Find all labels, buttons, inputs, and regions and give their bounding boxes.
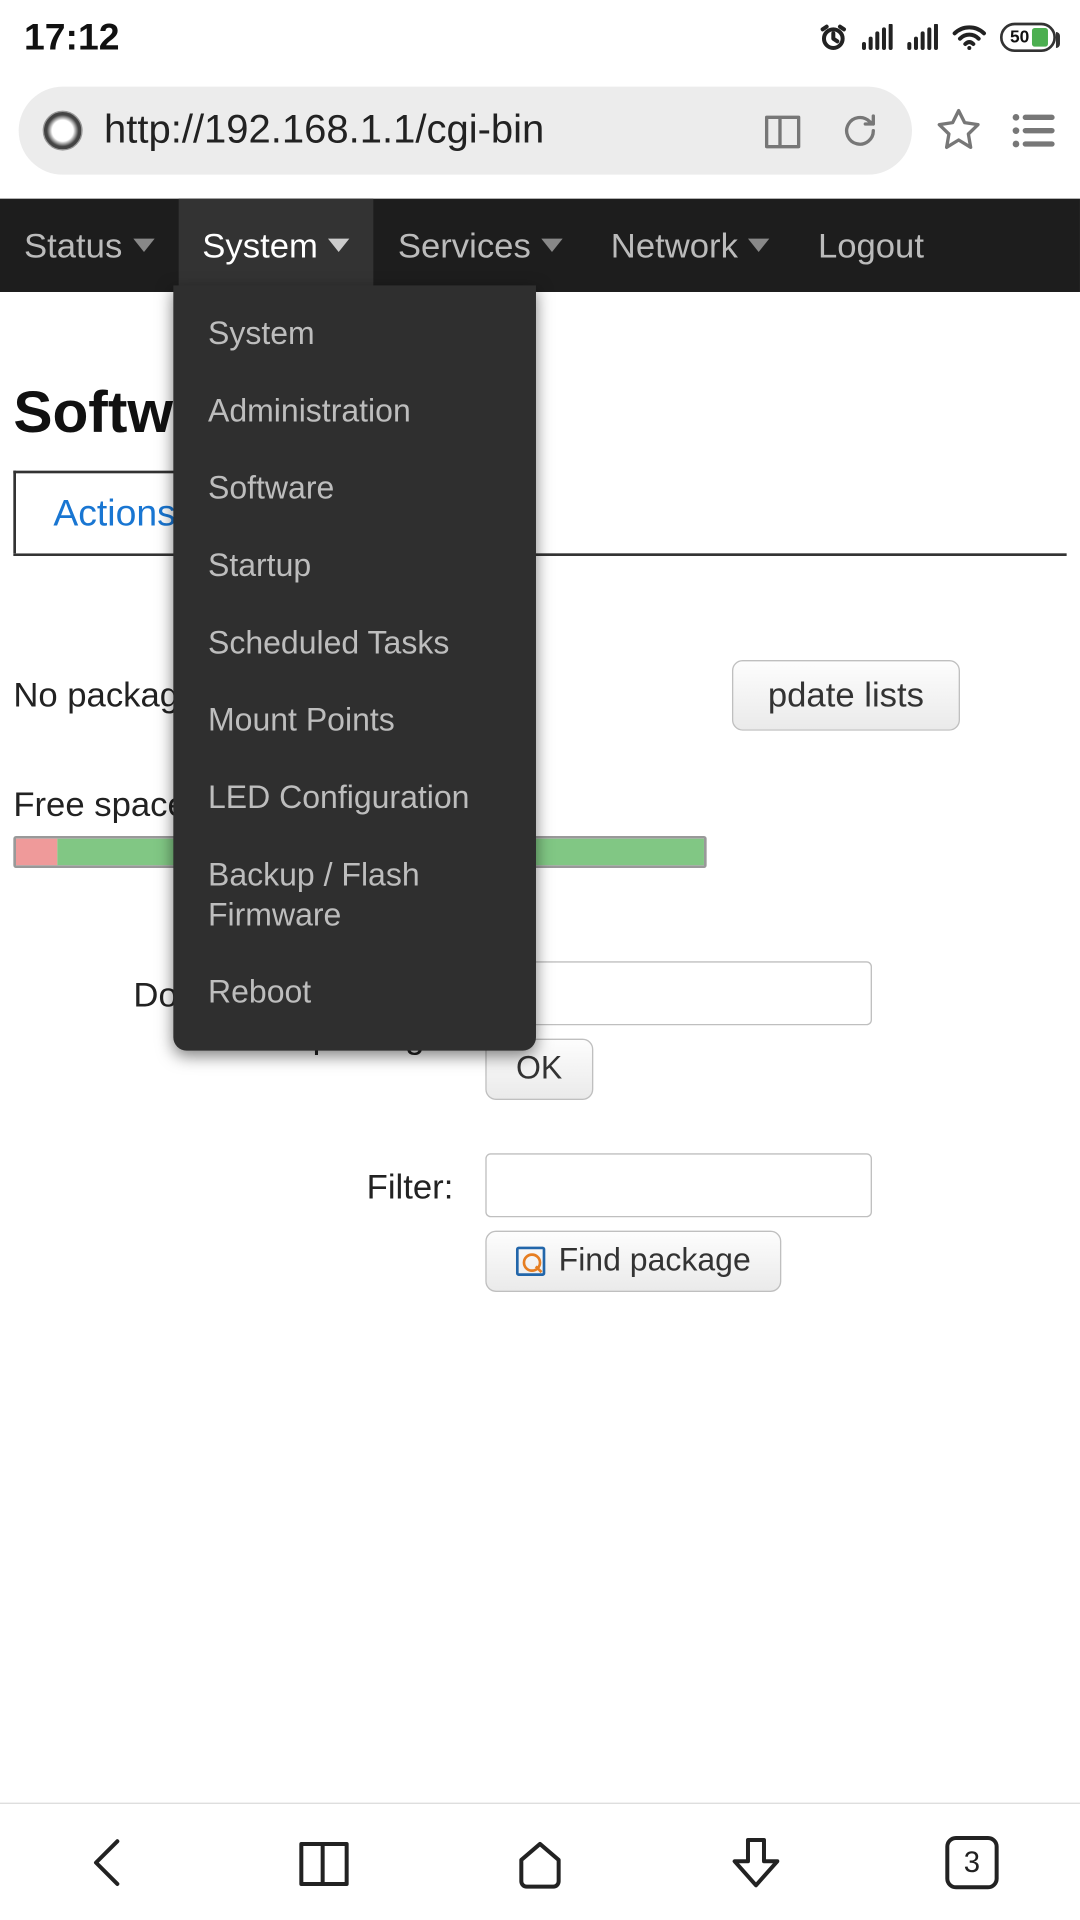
- download-package-input[interactable]: [485, 961, 872, 1025]
- url-bar[interactable]: http://192.168.1.1/cgi-bin: [19, 87, 912, 175]
- progress-used: [16, 839, 57, 866]
- back-button[interactable]: [75, 1829, 142, 1896]
- dropdown-item-startup[interactable]: Startup: [173, 528, 536, 605]
- main-nav: Status System Services Network Logout: [0, 199, 1080, 292]
- filter-input[interactable]: [485, 1153, 872, 1217]
- reload-icon[interactable]: [832, 103, 888, 159]
- filter-label: Filter:: [13, 1153, 453, 1208]
- home-icon[interactable]: [507, 1829, 574, 1896]
- dropdown-item-backup-flash[interactable]: Backup / Flash Firmware: [173, 837, 536, 954]
- search-icon: [516, 1247, 545, 1276]
- status-time: 17:12: [24, 15, 119, 58]
- system-dropdown: System Administration Software Startup S…: [173, 285, 536, 1050]
- signal-icon: [861, 23, 893, 50]
- menu-list-icon[interactable]: [1005, 103, 1061, 159]
- update-lists-button[interactable]: pdate lists: [732, 660, 960, 731]
- dropdown-item-mount-points[interactable]: Mount Points: [173, 683, 536, 760]
- dropdown-item-system[interactable]: System: [173, 296, 536, 373]
- dropdown-item-software[interactable]: Software: [173, 451, 536, 528]
- page-title: Softwa: [13, 380, 1066, 447]
- bookmark-star-icon[interactable]: [931, 103, 987, 159]
- phone-status-bar: 17:12 50: [0, 0, 1080, 73]
- nav-status[interactable]: Status: [0, 199, 178, 292]
- nav-system[interactable]: System: [178, 199, 374, 292]
- chevron-down-icon: [541, 239, 562, 252]
- chevron-down-icon: [133, 239, 154, 252]
- browser-chrome-top: http://192.168.1.1/cgi-bin: [0, 73, 1080, 198]
- nav-services[interactable]: Services: [374, 199, 587, 292]
- browser-bottom-bar: 3: [0, 1803, 1080, 1920]
- alarm-icon: [818, 22, 847, 51]
- nav-logout[interactable]: Logout: [794, 199, 948, 292]
- site-favicon: [43, 111, 83, 151]
- chevron-down-icon: [329, 239, 350, 252]
- dropdown-item-reboot[interactable]: Reboot: [173, 955, 536, 1032]
- url-text: http://192.168.1.1/cgi-bin: [104, 108, 733, 153]
- wifi-icon: [951, 22, 986, 51]
- dropdown-item-administration[interactable]: Administration: [173, 373, 536, 450]
- tabstrip: Actions: [13, 471, 1066, 556]
- no-package-text: No package: [13, 675, 198, 716]
- download-arrow-icon[interactable]: [723, 1829, 790, 1896]
- status-icons: 50: [818, 22, 1056, 51]
- nav-network[interactable]: Network: [587, 199, 794, 292]
- library-icon[interactable]: [291, 1829, 358, 1896]
- find-package-button[interactable]: Find package: [485, 1231, 781, 1292]
- dropdown-item-led-configuration[interactable]: LED Configuration: [173, 760, 536, 837]
- chevron-down-icon: [749, 239, 770, 252]
- tabs-button[interactable]: 3: [939, 1829, 1006, 1896]
- battery-icon: 50: [999, 22, 1056, 51]
- reader-mode-icon[interactable]: [755, 103, 811, 159]
- tab-count: 3: [945, 1835, 998, 1888]
- free-space-label: Free space:: [13, 784, 196, 824]
- signal-icon-2: [906, 23, 938, 50]
- battery-percent: 50: [1010, 27, 1029, 47]
- dropdown-item-scheduled-tasks[interactable]: Scheduled Tasks: [173, 605, 536, 682]
- page-content: Softwa Actions No package pdate lists Fr…: [0, 292, 1080, 1292]
